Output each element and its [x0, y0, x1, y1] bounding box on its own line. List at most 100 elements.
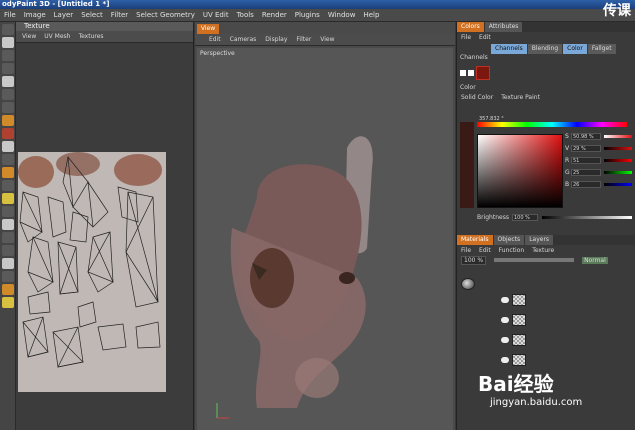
- layer-row[interactable]: [501, 333, 526, 347]
- white-chip-icon[interactable]: [468, 70, 474, 76]
- tab-materials[interactable]: Materials: [457, 235, 493, 245]
- menu-uv-edit[interactable]: UV Edit: [203, 11, 229, 19]
- tab-colors[interactable]: Colors: [457, 22, 484, 32]
- color-picker-field[interactable]: [477, 134, 563, 208]
- polygon-tool-icon[interactable]: [2, 76, 14, 87]
- lasso-tool-icon[interactable]: [2, 63, 14, 74]
- opacity-input[interactable]: 100 %: [461, 255, 487, 265]
- materials-menu-texture[interactable]: Texture: [532, 247, 554, 254]
- menu-render[interactable]: Render: [262, 11, 287, 19]
- smudge-tool-icon[interactable]: [2, 167, 14, 178]
- pencil-tool-icon[interactable]: [2, 89, 14, 100]
- menu-select-geometry[interactable]: Select Geometry: [136, 11, 195, 19]
- visibility-eye-icon[interactable]: [501, 357, 509, 363]
- uv-texture-canvas[interactable]: [18, 152, 166, 392]
- tab-channels[interactable]: Channels: [491, 44, 527, 54]
- materials-menu: File Edit Function Texture: [457, 245, 635, 255]
- view-menu-filter[interactable]: Filter: [296, 36, 311, 43]
- eraser-tool-icon[interactable]: [2, 141, 14, 152]
- baidu-url-watermark: jingyan.baidu.com: [490, 397, 583, 408]
- brightness-input[interactable]: 100 %: [511, 214, 538, 221]
- eyedropper-tool-icon[interactable]: [2, 245, 14, 256]
- colors-tabs: Colors Attributes: [457, 22, 635, 32]
- layer-thumbnail[interactable]: [512, 354, 526, 366]
- opacity-slider[interactable]: [494, 258, 575, 262]
- texture-menu-textures[interactable]: Textures: [78, 33, 103, 40]
- colors-menu-file[interactable]: File: [461, 34, 471, 41]
- slider-g[interactable]: G 25: [565, 168, 632, 176]
- dodge-tool-icon[interactable]: [2, 180, 14, 191]
- layer-row[interactable]: [501, 353, 526, 367]
- menu-select[interactable]: Select: [81, 11, 103, 19]
- texture-menu-uv-mesh[interactable]: UV Mesh: [44, 33, 70, 40]
- tab-color[interactable]: Color: [563, 44, 587, 54]
- gradient-tool-icon[interactable]: [2, 219, 14, 230]
- move-tool-icon[interactable]: [2, 37, 14, 48]
- hue-slider[interactable]: [477, 122, 627, 127]
- slider-s[interactable]: S 50.98 %: [565, 132, 632, 140]
- menu-tools[interactable]: Tools: [237, 11, 254, 19]
- hand-tool-icon[interactable]: [2, 271, 14, 282]
- tab-blending[interactable]: Blending: [527, 44, 563, 54]
- layer-row[interactable]: [501, 293, 526, 307]
- layer-thumbnail[interactable]: [512, 294, 526, 306]
- active-color-swatch[interactable]: [476, 66, 490, 80]
- menu-file[interactable]: File: [4, 11, 16, 19]
- tab-layers[interactable]: Layers: [525, 235, 554, 245]
- menu-layer[interactable]: Layer: [54, 11, 74, 19]
- star-tool-icon[interactable]: [2, 193, 14, 204]
- airbrush-tool-icon[interactable]: [2, 128, 14, 139]
- materials-menu-edit[interactable]: Edit: [479, 247, 491, 254]
- brightness-slider[interactable]: [541, 216, 632, 219]
- material-thumb-row[interactable]: [461, 277, 475, 291]
- clone-tool-icon[interactable]: [2, 154, 14, 165]
- view-menu-cameras[interactable]: Cameras: [230, 36, 257, 43]
- texture-menu-view[interactable]: View: [22, 33, 36, 40]
- solid-color-option[interactable]: Solid Color: [461, 94, 493, 101]
- select-tool-icon[interactable]: [2, 24, 14, 35]
- tab-objects[interactable]: Objects: [493, 235, 525, 245]
- visibility-eye-icon[interactable]: [501, 297, 509, 303]
- color-label: Color: [460, 84, 476, 91]
- white-chip-icon[interactable]: [460, 70, 466, 76]
- text-tool-icon[interactable]: [2, 232, 14, 243]
- tab-view[interactable]: View: [197, 24, 219, 34]
- menu-filter[interactable]: Filter: [111, 11, 128, 19]
- channel-swatches: [457, 62, 635, 84]
- brush-tool-icon[interactable]: [2, 115, 14, 126]
- color-preview: [460, 122, 474, 208]
- watermark-logo: 传课: [603, 3, 631, 19]
- slider-r[interactable]: R 51: [565, 156, 632, 164]
- menu-help[interactable]: Help: [363, 11, 379, 19]
- view-menu-view[interactable]: View: [320, 36, 334, 43]
- fill-tool-icon[interactable]: [2, 206, 14, 217]
- view-menu-display[interactable]: Display: [265, 36, 287, 43]
- 3d-viewport[interactable]: Perspective: [197, 48, 453, 430]
- tab-fallget[interactable]: Fallget: [587, 44, 616, 54]
- blend-mode-select[interactable]: Normal: [582, 256, 608, 264]
- colors-menu-edit[interactable]: Edit: [479, 34, 491, 41]
- layer-row[interactable]: [501, 313, 526, 327]
- transform-tool-icon[interactable]: [2, 50, 14, 61]
- magic-wand-icon[interactable]: [2, 102, 14, 113]
- texture-paint-option[interactable]: Texture Paint: [501, 94, 540, 101]
- tab-attributes[interactable]: Attributes: [484, 22, 523, 32]
- menu-window[interactable]: Window: [328, 11, 356, 19]
- menu-bar: File Image Layer Select Filter Select Ge…: [0, 9, 635, 22]
- view-menu-edit[interactable]: Edit: [209, 36, 221, 43]
- visibility-eye-icon[interactable]: [501, 337, 509, 343]
- materials-menu-file[interactable]: File: [461, 247, 471, 254]
- layer-thumbnail[interactable]: [512, 334, 526, 346]
- view-panel: View Edit Cameras Display Filter View Pe…: [195, 22, 455, 430]
- slider-v[interactable]: V 29 %: [565, 144, 632, 152]
- color-bg-icon[interactable]: [2, 297, 14, 308]
- color-fg-icon[interactable]: [2, 284, 14, 295]
- layer-thumbnail[interactable]: [512, 314, 526, 326]
- materials-menu-function[interactable]: Function: [499, 247, 525, 254]
- visibility-eye-icon[interactable]: [501, 317, 509, 323]
- material-ball-icon[interactable]: [461, 278, 475, 290]
- zoom-tool-icon[interactable]: [2, 258, 14, 269]
- slider-b[interactable]: B 26: [565, 180, 632, 188]
- menu-plugins[interactable]: Plugins: [295, 11, 320, 19]
- menu-image[interactable]: Image: [24, 11, 46, 19]
